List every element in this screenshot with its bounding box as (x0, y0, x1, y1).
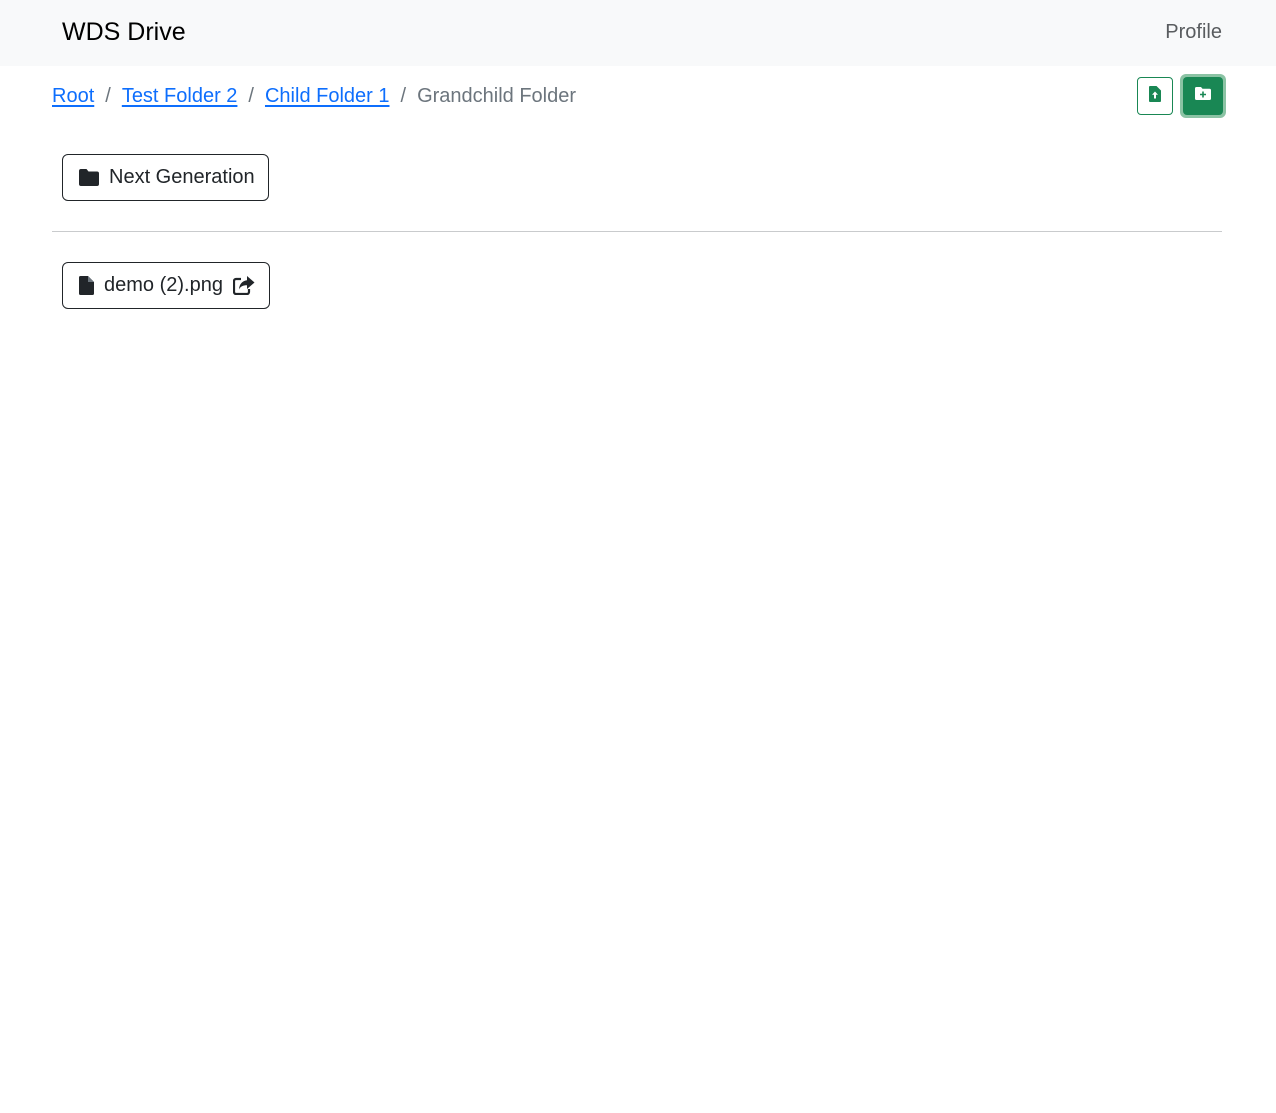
breadcrumb-separator: / (248, 85, 254, 107)
folder-item[interactable]: Next Generation (62, 154, 269, 201)
navbar: WDS Drive Profile (0, 0, 1276, 66)
file-item[interactable]: demo (2).png (62, 262, 270, 309)
file-icon (79, 276, 94, 295)
breadcrumb: Root / Test Folder 2 / Child Folder 1 / … (52, 82, 576, 110)
breadcrumb-item-test-folder-2[interactable]: Test Folder 2 (122, 82, 238, 110)
folder-icon (79, 169, 99, 186)
new-folder-button[interactable] (1180, 74, 1226, 118)
breadcrumb-item-child-folder-1[interactable]: Child Folder 1 (265, 82, 390, 110)
folder-plus-icon (1195, 87, 1211, 105)
breadcrumb-current: Grandchild Folder (417, 85, 577, 107)
breadcrumb-separator: / (105, 85, 111, 107)
share-icon[interactable] (232, 276, 255, 295)
profile-link[interactable]: Profile (1165, 19, 1222, 45)
breadcrumb-separator: / (400, 85, 407, 107)
folder-name: Next Generation (109, 166, 255, 188)
new-folder-button-face (1183, 77, 1223, 115)
brand-link[interactable]: WDS Drive (62, 16, 186, 48)
file-name: demo (2).png (104, 274, 223, 296)
section-divider (52, 231, 1222, 232)
breadcrumb-item-root[interactable]: Root (52, 82, 94, 110)
upload-file-button[interactable] (1137, 77, 1173, 115)
file-upload-icon (1149, 85, 1161, 107)
